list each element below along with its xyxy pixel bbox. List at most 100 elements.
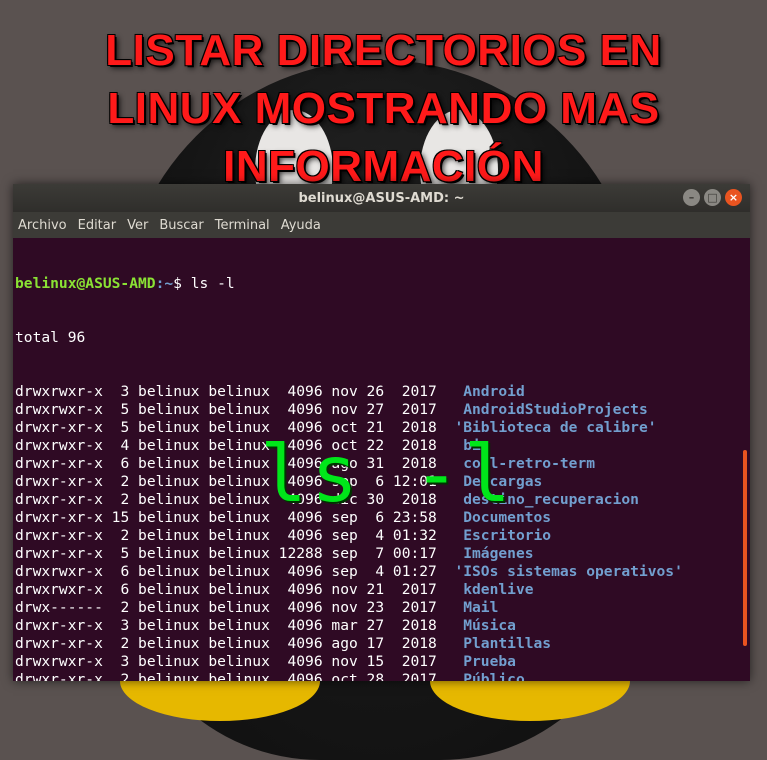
listing-row: drwxr-xr-x 5 belinux belinux 12288 sep 7… xyxy=(15,545,750,563)
headline-line: LINUX MOSTRANDO MAS xyxy=(107,84,660,133)
prompt-line: belinux@ASUS-AMD:~$ ls -l xyxy=(15,275,750,293)
listing-links: 6 xyxy=(111,563,130,580)
listing-row: drwxrwxr-x 6 belinux belinux 4096 sep 4 … xyxy=(15,563,750,581)
listing-date: nov 26 2017 xyxy=(331,383,437,400)
listing-links: 6 xyxy=(111,581,130,598)
listing-name: AndroidStudioProjects xyxy=(454,401,648,418)
listing-owner: belinux xyxy=(138,581,200,598)
listing-owner: belinux xyxy=(138,473,200,490)
listing-owner: belinux xyxy=(138,419,200,436)
listing-owner: belinux xyxy=(138,635,200,652)
overlay-command-text: ls -l xyxy=(260,430,515,520)
scrollbar[interactable] xyxy=(743,450,747,646)
listing-size: 4096 xyxy=(278,563,323,580)
listing-owner: belinux xyxy=(138,545,200,562)
listing-group: belinux xyxy=(208,671,270,681)
listing-group: belinux xyxy=(208,617,270,634)
listing-links: 2 xyxy=(111,599,130,616)
listing-size: 4096 xyxy=(278,635,323,652)
listing-size: 4096 xyxy=(278,617,323,634)
listing-date: nov 23 2017 xyxy=(331,599,437,616)
listing-name: Plantillas xyxy=(454,635,552,652)
listing-perm: drwxrwxr-x xyxy=(15,383,103,400)
listing-perm: drwxr-xr-x xyxy=(15,545,103,562)
listing-rows: drwxrwxr-x 3 belinux belinux 4096 nov 26… xyxy=(15,383,750,681)
menu-editar[interactable]: Editar xyxy=(78,218,117,233)
listing-date: oct 28 2017 xyxy=(331,671,437,681)
listing-date: nov 27 2017 xyxy=(331,401,437,418)
listing-row: drwxr-xr-x 3 belinux belinux 4096 mar 27… xyxy=(15,617,750,635)
prompt-user: belinux@ASUS-AMD xyxy=(15,275,156,292)
prompt-path: :~ xyxy=(155,275,174,292)
listing-links: 5 xyxy=(111,401,130,418)
menu-ver[interactable]: Ver xyxy=(127,218,148,233)
menu-buscar[interactable]: Buscar xyxy=(159,218,203,233)
listing-perm: drwxr-xr-x xyxy=(15,635,103,652)
listing-links: 3 xyxy=(111,653,130,670)
listing-perm: drwxr-xr-x xyxy=(15,527,103,544)
listing-date: mar 27 2018 xyxy=(331,617,437,634)
listing-perm: drwxrwxr-x xyxy=(15,563,103,580)
listing-links: 3 xyxy=(111,617,130,634)
menu-bar: Archivo Editar Ver Buscar Terminal Ayuda xyxy=(13,212,750,238)
listing-name: Mail xyxy=(454,599,499,616)
listing-name: Música xyxy=(454,617,516,634)
listing-perm: drwxr-xr-x xyxy=(15,455,103,472)
minimize-button[interactable]: – xyxy=(683,189,700,206)
listing-size: 4096 xyxy=(278,599,323,616)
listing-owner: belinux xyxy=(138,509,200,526)
window-controls: – □ × xyxy=(683,189,742,206)
listing-row: drwx------ 2 belinux belinux 4096 nov 23… xyxy=(15,599,750,617)
close-button[interactable]: × xyxy=(725,189,742,206)
listing-perm: drwxr-xr-x xyxy=(15,617,103,634)
listing-group: belinux xyxy=(208,653,270,670)
prompt-command: $ ls -l xyxy=(173,275,235,292)
listing-size: 4096 xyxy=(278,653,323,670)
listing-links: 6 xyxy=(111,455,130,472)
listing-owner: belinux xyxy=(138,383,200,400)
listing-date: nov 15 2017 xyxy=(331,653,437,670)
listing-owner: belinux xyxy=(138,437,200,454)
listing-group: belinux xyxy=(208,527,270,544)
menu-ayuda[interactable]: Ayuda xyxy=(281,218,321,233)
listing-group: belinux xyxy=(208,581,270,598)
listing-perm: drwxr-xr-x xyxy=(15,491,103,508)
listing-size: 4096 xyxy=(278,671,323,681)
listing-name: Android xyxy=(454,383,525,400)
listing-perm: drwxrwxr-x xyxy=(15,401,103,418)
listing-perm: drwx------ xyxy=(15,599,103,616)
maximize-button[interactable]: □ xyxy=(704,189,721,206)
listing-row: drwxrwxr-x 3 belinux belinux 4096 nov 26… xyxy=(15,383,750,401)
window-titlebar[interactable]: belinux@ASUS-AMD: ~ – □ × xyxy=(13,184,750,212)
listing-links: 2 xyxy=(111,491,130,508)
listing-links: 2 xyxy=(111,671,130,681)
listing-name: Prueba xyxy=(454,653,516,670)
listing-owner: belinux xyxy=(138,653,200,670)
listing-perm: drwxr-xr-x xyxy=(15,671,103,681)
listing-group: belinux xyxy=(208,599,270,616)
listing-owner: belinux xyxy=(138,617,200,634)
listing-links: 2 xyxy=(111,635,130,652)
listing-row: drwxrwxr-x 6 belinux belinux 4096 nov 21… xyxy=(15,581,750,599)
listing-perm: drwxr-xr-x xyxy=(15,419,103,436)
listing-group: belinux xyxy=(208,635,270,652)
listing-owner: belinux xyxy=(138,491,200,508)
window-title: belinux@ASUS-AMD: ~ xyxy=(298,190,465,206)
listing-links: 5 xyxy=(111,545,130,562)
listing-size: 4096 xyxy=(278,581,323,598)
listing-name: Público xyxy=(454,671,525,681)
listing-row: drwxr-xr-x 2 belinux belinux 4096 ago 17… xyxy=(15,635,750,653)
listing-name: Escritorio xyxy=(454,527,552,544)
listing-size: 12288 xyxy=(278,545,323,562)
listing-date: nov 21 2017 xyxy=(331,581,437,598)
listing-group: belinux xyxy=(208,563,270,580)
listing-links: 3 xyxy=(111,383,130,400)
menu-terminal[interactable]: Terminal xyxy=(215,218,270,233)
listing-date: ago 17 2018 xyxy=(331,635,437,652)
listing-links: 4 xyxy=(111,437,130,454)
listing-date: sep 7 00:17 xyxy=(331,545,437,562)
menu-archivo[interactable]: Archivo xyxy=(18,218,67,233)
total-line: total 96 xyxy=(15,329,86,346)
headline-line: LISTAR DIRECTORIOS EN xyxy=(105,26,662,75)
listing-links: 5 xyxy=(111,419,130,436)
